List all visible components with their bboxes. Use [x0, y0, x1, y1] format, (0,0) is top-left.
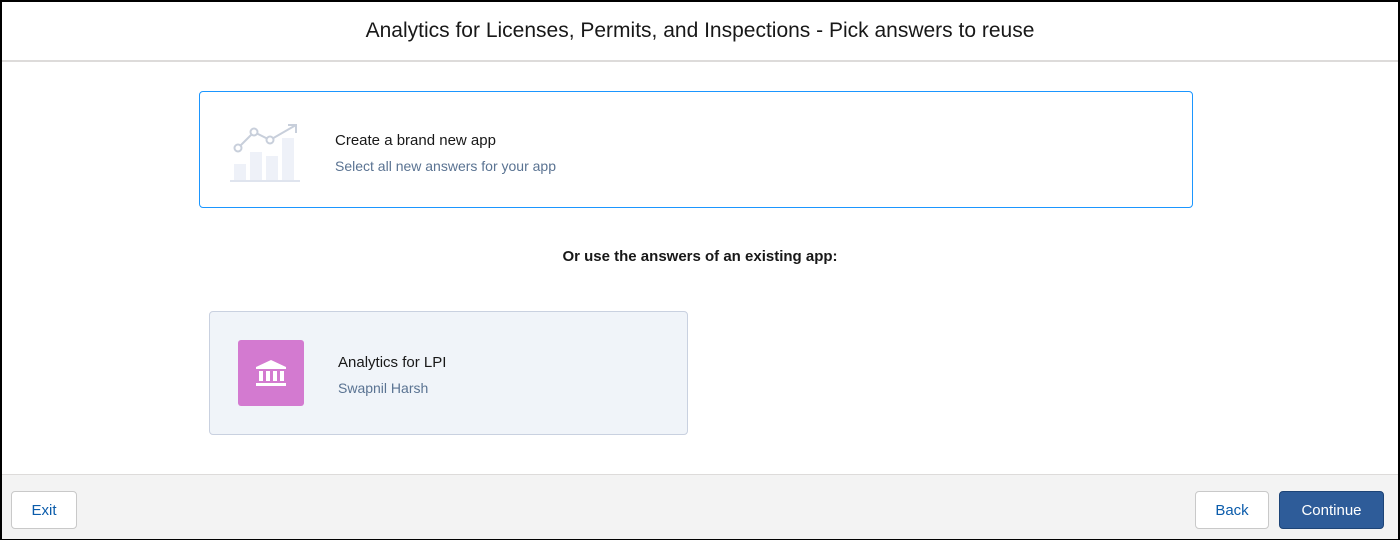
create-new-app-title: Create a brand new app	[335, 132, 496, 149]
existing-apps-heading: Or use the answers of an existing app:	[562, 248, 838, 265]
chart-illustration-icon	[230, 124, 300, 182]
wizard-window: Analytics for Licenses, Permits, and Ins…	[0, 0, 1400, 540]
create-new-app-card[interactable]: Create a brand new app Select all new an…	[199, 91, 1193, 208]
existing-app-card[interactable]: Analytics for LPI Swapnil Harsh	[209, 311, 688, 435]
existing-app-name: Analytics for LPI	[338, 354, 447, 371]
page-title: Analytics for Licenses, Permits, and Ins…	[365, 19, 1035, 42]
back-button[interactable]: Back	[1195, 491, 1269, 529]
bank-icon	[238, 340, 304, 406]
continue-button[interactable]: Continue	[1279, 491, 1384, 529]
create-new-app-subtitle: Select all new answers for your app	[335, 158, 556, 174]
wizard-footer: Exit Back Continue	[2, 474, 1398, 539]
existing-app-owner: Swapnil Harsh	[338, 380, 429, 396]
wizard-header: Analytics for Licenses, Permits, and Ins…	[2, 2, 1398, 62]
exit-button[interactable]: Exit	[11, 491, 77, 529]
